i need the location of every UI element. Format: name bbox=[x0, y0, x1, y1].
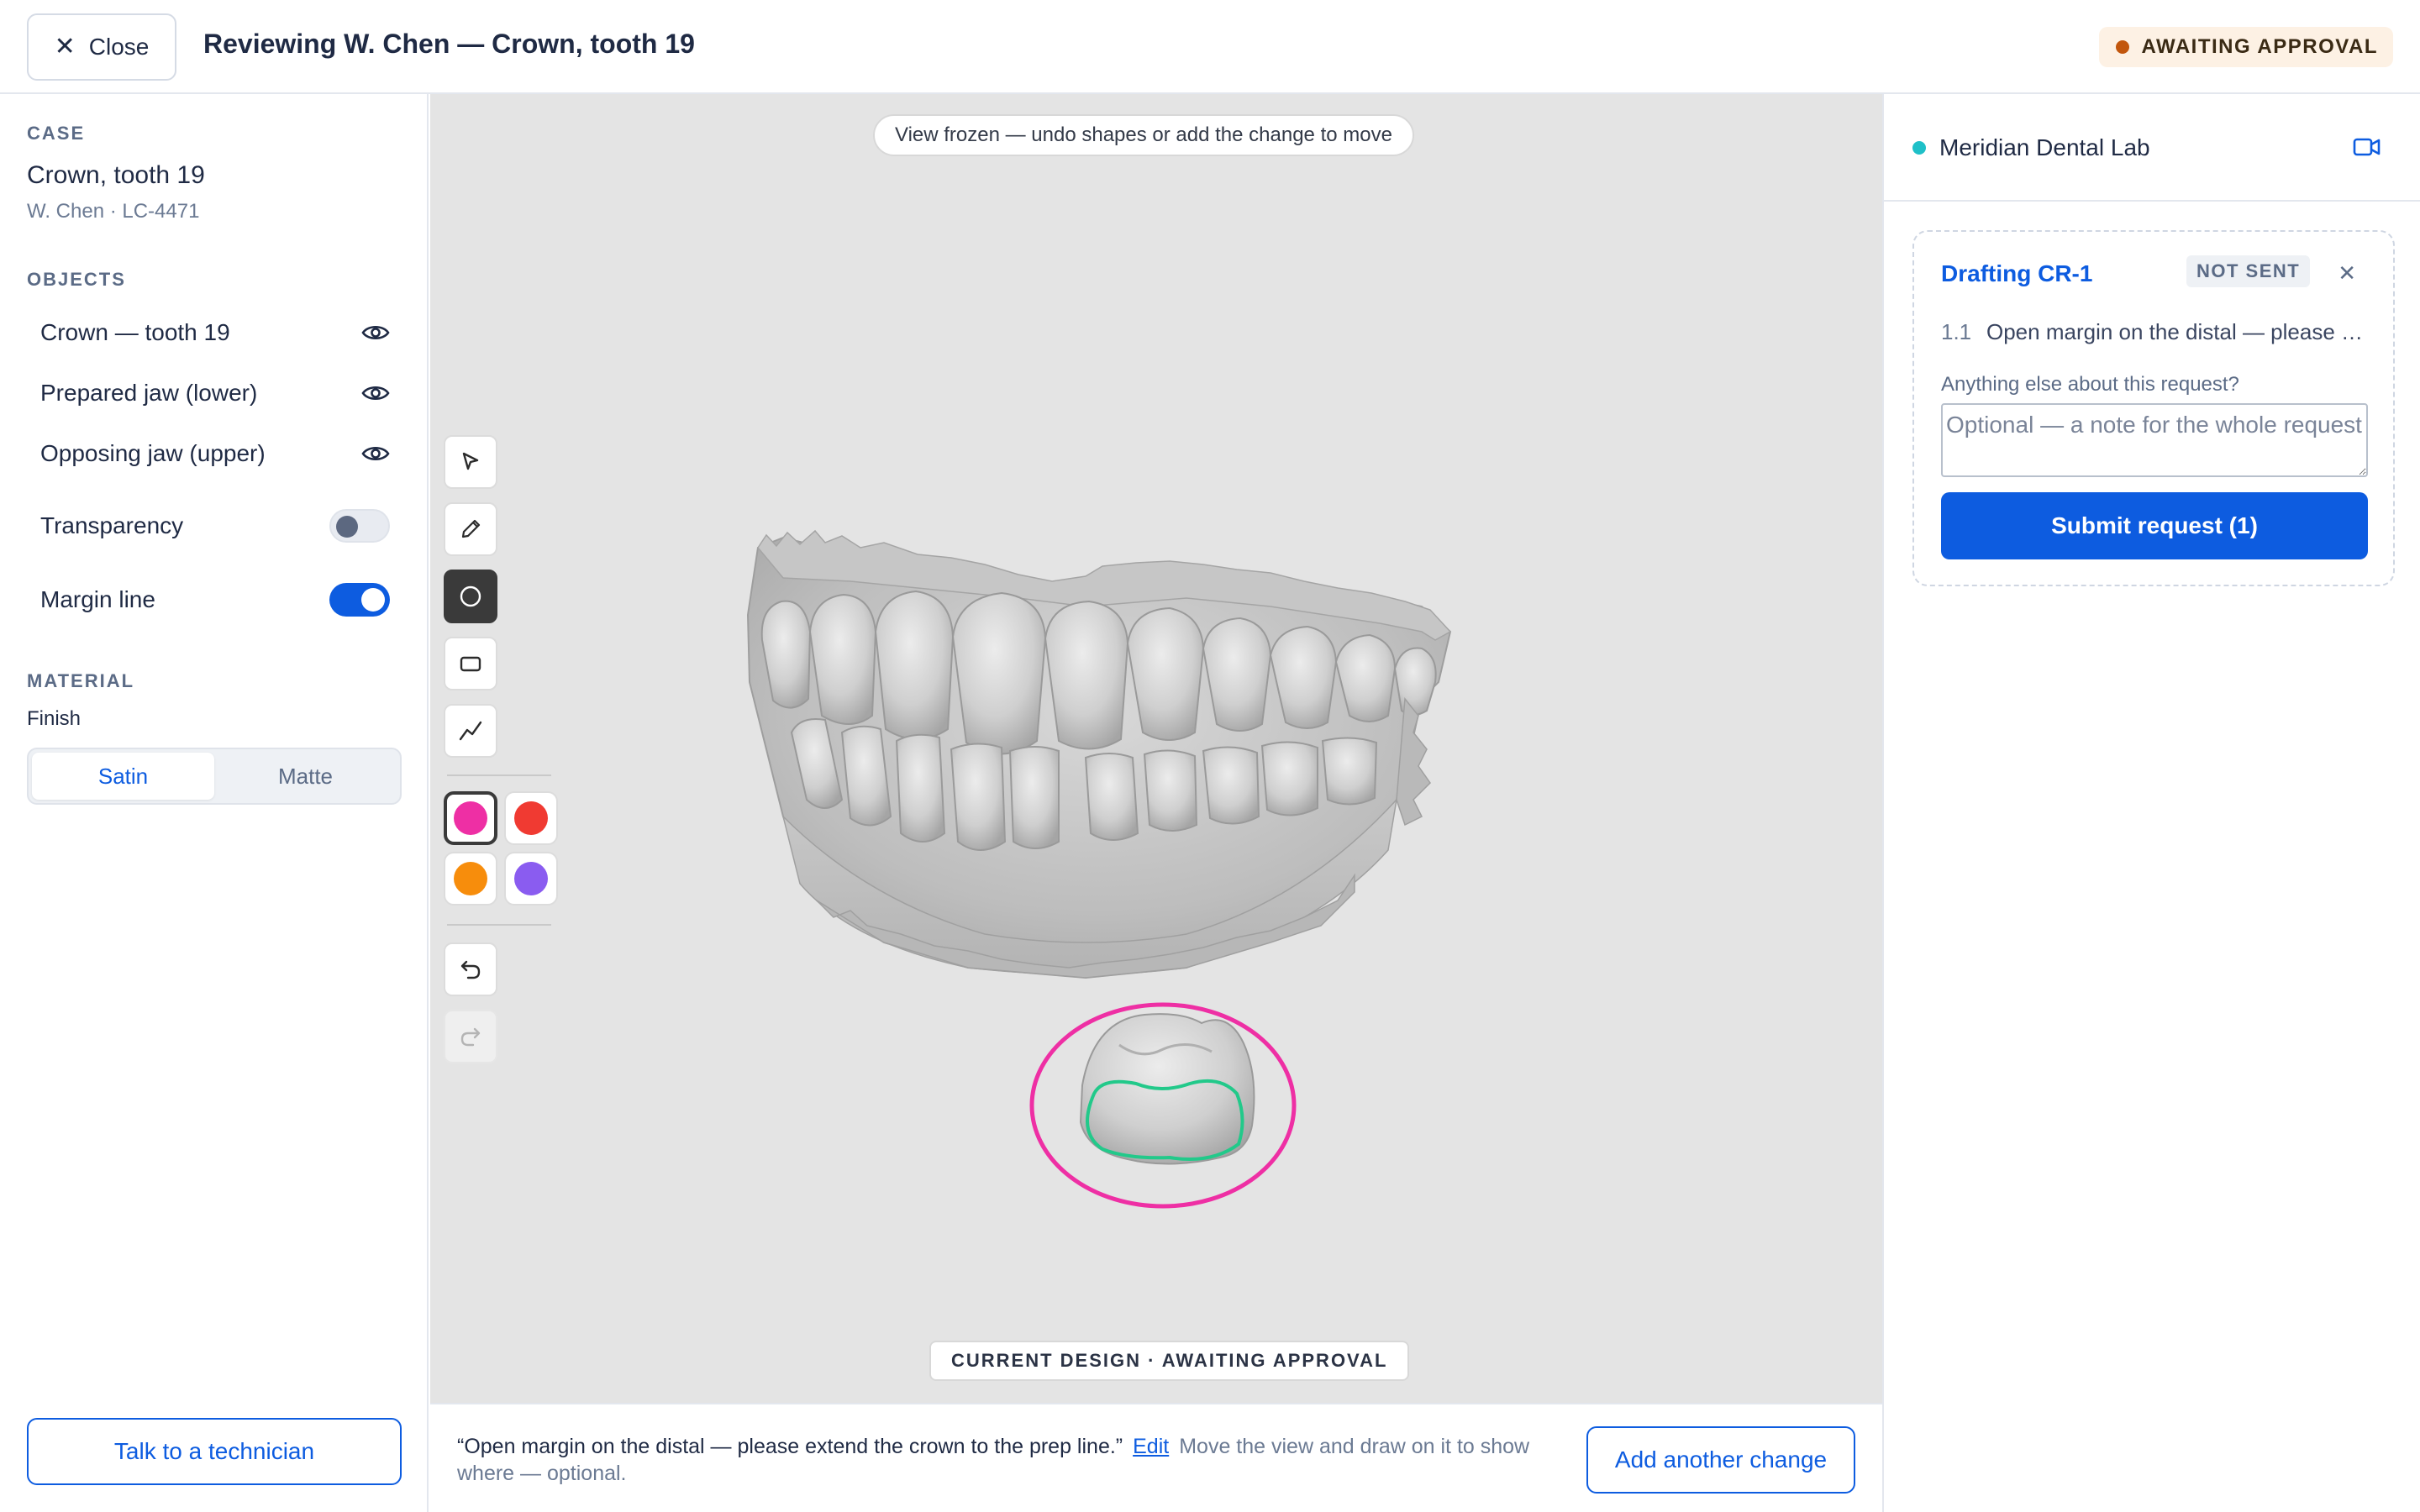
rectangle-icon bbox=[460, 656, 481, 672]
view-frozen-notice: View frozen — undo shapes or add the cha… bbox=[873, 114, 1414, 156]
color-dot bbox=[514, 862, 548, 895]
transparency-row: Transparency bbox=[40, 507, 390, 544]
submit-request-button[interactable]: Submit request (1) bbox=[1941, 492, 2368, 559]
case-subtitle: W. Chen · LC-4471 bbox=[27, 200, 200, 223]
margin-line-row: Margin line bbox=[40, 581, 390, 618]
change-quote: “Open margin on the distal — please exte… bbox=[457, 1435, 1123, 1458]
jaw-model bbox=[746, 529, 1452, 979]
material-section-label: MATERIAL bbox=[27, 670, 135, 691]
rectangle-tool[interactable] bbox=[444, 637, 497, 690]
ellipse-icon bbox=[460, 585, 481, 607]
transparency-label: Transparency bbox=[40, 512, 184, 538]
right-panel: Meridian Dental Lab Drafting CR-1 NOT SE… bbox=[1882, 94, 2420, 1512]
ellipse-tool[interactable] bbox=[444, 570, 497, 623]
draft-status-badge: NOT SENT bbox=[2186, 255, 2311, 287]
case-section-label: CASE bbox=[27, 123, 86, 144]
lab-header: Meridian Dental Lab bbox=[1884, 94, 2420, 202]
edit-change-link[interactable]: Edit bbox=[1133, 1435, 1169, 1458]
draft-title: Drafting CR-1 bbox=[1941, 260, 2093, 286]
object-row-opposing-jaw: Opposing jaw (upper) bbox=[40, 435, 390, 472]
color-swatch-purple[interactable] bbox=[504, 852, 558, 906]
finish-segmented-control: Satin Matte bbox=[27, 748, 402, 805]
margin-line-label: Margin line bbox=[40, 586, 155, 612]
polyline-tool[interactable] bbox=[444, 704, 497, 758]
left-sidebar: CASE Crown, tooth 19 W. Chen · LC-4471 O… bbox=[0, 94, 429, 1512]
object-row-crown: Crown — tooth 19 bbox=[40, 314, 390, 351]
video-call-icon[interactable] bbox=[2353, 136, 2381, 158]
online-status-icon bbox=[1912, 141, 1926, 155]
design-status-label: CURRENT DESIGN · AWAITING APPROVAL bbox=[929, 1341, 1410, 1381]
discard-draft-icon[interactable]: ✕ bbox=[2338, 260, 2356, 286]
finish-option-satin[interactable]: Satin bbox=[32, 753, 214, 800]
color-swatch-red[interactable] bbox=[504, 791, 558, 845]
status-dot-icon bbox=[2116, 40, 2130, 54]
draft-request-card: Drafting CR-1 NOT SENT ✕ 1.1 Open margin… bbox=[1912, 230, 2395, 586]
request-note-field[interactable] bbox=[1941, 403, 2368, 477]
eye-icon[interactable] bbox=[361, 383, 390, 403]
polyline-icon bbox=[459, 721, 482, 741]
redo-button[interactable] bbox=[444, 1010, 497, 1063]
color-swatch-orange[interactable] bbox=[444, 852, 497, 906]
toolbar-divider bbox=[447, 924, 551, 926]
page-title: Reviewing W. Chen — Crown, tooth 19 bbox=[203, 29, 695, 59]
margin-line-toggle[interactable] bbox=[329, 583, 390, 617]
top-bar: ✕ Close Reviewing W. Chen — Crown, tooth… bbox=[0, 0, 2420, 94]
toggle-knob bbox=[361, 588, 385, 612]
pencil-icon bbox=[461, 519, 481, 538]
toggle-knob bbox=[336, 516, 358, 538]
redo-icon bbox=[460, 1027, 481, 1047]
status-badge-label: AWAITING APPROVAL bbox=[2141, 35, 2378, 58]
status-badge: AWAITING APPROVAL bbox=[2099, 27, 2393, 67]
undo-icon bbox=[460, 960, 481, 979]
select-tool[interactable] bbox=[444, 435, 497, 489]
color-dot bbox=[514, 801, 548, 835]
finish-option-matte[interactable]: Matte bbox=[214, 753, 397, 800]
add-another-change-button[interactable]: Add another change bbox=[1586, 1426, 1855, 1494]
color-dot bbox=[454, 862, 487, 895]
crown-tooth-19-model bbox=[1079, 1013, 1255, 1165]
undo-button[interactable] bbox=[444, 942, 497, 996]
close-button[interactable]: ✕ Close bbox=[27, 13, 176, 81]
lab-name: Meridian Dental Lab bbox=[1939, 134, 2150, 160]
dental-scan-render bbox=[746, 529, 1452, 1209]
object-row-prepared-jaw: Prepared jaw (lower) bbox=[40, 375, 390, 412]
object-label: Opposing jaw (upper) bbox=[40, 440, 266, 466]
request-item-number: 1.1 bbox=[1941, 319, 1972, 344]
color-dot bbox=[454, 801, 487, 835]
close-label: Close bbox=[88, 34, 150, 60]
change-summary: “Open margin on the distal — please exte… bbox=[457, 1433, 1549, 1487]
color-swatch-pink[interactable] bbox=[444, 791, 497, 845]
talk-to-technician-button[interactable]: Talk to a technician bbox=[27, 1418, 402, 1485]
close-icon: ✕ bbox=[54, 33, 76, 60]
transparency-toggle[interactable] bbox=[329, 509, 390, 543]
select-pointer-icon bbox=[462, 452, 479, 470]
pencil-tool[interactable] bbox=[444, 502, 497, 556]
finish-label: Finish bbox=[27, 707, 82, 730]
case-title: Crown, tooth 19 bbox=[27, 161, 205, 189]
object-label: Crown — tooth 19 bbox=[40, 319, 230, 345]
eye-icon[interactable] bbox=[361, 323, 390, 343]
objects-section-label: OBJECTS bbox=[27, 269, 126, 290]
request-item-text[interactable]: Open margin on the distal — please exten… bbox=[1986, 319, 2365, 345]
eye-icon[interactable] bbox=[361, 444, 390, 464]
3d-viewport[interactable]: View frozen — undo shapes or add the cha… bbox=[430, 94, 1882, 1403]
note-field-label: Anything else about this request? bbox=[1941, 373, 2239, 396]
change-bottom-bar: “Open margin on the distal — please exte… bbox=[430, 1403, 1882, 1512]
toolbar-divider bbox=[447, 774, 551, 776]
object-label: Prepared jaw (lower) bbox=[40, 380, 258, 406]
